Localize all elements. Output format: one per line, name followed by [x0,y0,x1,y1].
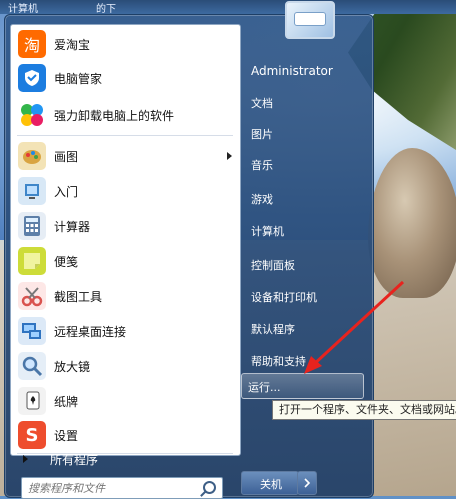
divider [17,135,233,136]
shutdown-label: 关机 [260,478,282,491]
program-label: 入门 [54,184,79,199]
user-name-link[interactable]: Administrator [251,64,333,78]
pinwheel-icon [18,101,46,129]
program-item-snipping-tool[interactable]: 截图工具 [11,279,240,313]
palette-icon [18,142,46,170]
cards-icon [18,387,46,415]
program-label: 便笺 [54,254,79,269]
magnifier-icon [18,352,46,380]
desktop-label-computer: 计算机 [8,4,38,15]
program-item-pc-manager[interactable]: 电脑管家 [11,61,240,95]
shutdown-button[interactable]: 关机 [241,471,299,495]
search-input[interactable] [26,479,200,497]
shield-icon [18,64,46,92]
program-item-getting-started[interactable]: 入门 [11,174,240,208]
chevron-right-icon [304,478,311,488]
program-label: 设置 [54,428,79,443]
run-button[interactable]: 运行... [241,373,364,399]
right-link-documents[interactable]: 文档 [251,95,273,111]
program-item-uninstaller[interactable]: 强力卸载电脑上的软件 [11,98,240,132]
right-link-pictures[interactable]: 图片 [251,126,273,142]
program-item-magnifier[interactable]: 放大镜 [11,349,240,383]
right-link-devices-printers[interactable]: 设备和打印机 [251,289,317,305]
calculator-icon [18,212,46,240]
program-label: 强力卸载电脑上的软件 [54,108,175,123]
right-link-computer[interactable]: 计算机 [251,223,284,239]
right-link-music[interactable]: 音乐 [251,157,273,173]
program-label: 画图 [54,149,79,164]
taobao-icon: 淘 [18,30,46,58]
remote-desktop-icon [18,317,46,345]
program-label: 纸牌 [54,394,79,409]
right-link-games[interactable]: 游戏 [251,191,273,207]
run-tooltip: 打开一个程序、文件夹、文档或网站。 [272,400,456,420]
pinned-programs-pane: 淘 爱淘宝 电脑管家 强力卸载电脑上的软件 画图 入门 计算器 便笺 截图工具 … [10,24,241,456]
program-label: 爱淘宝 [54,37,91,52]
program-label: 远程桌面连接 [54,324,127,339]
start-menu: 淘 爱淘宝 电脑管家 强力卸载电脑上的软件 画图 入门 计算器 便笺 截图工具 … [4,1,374,499]
sticky-note-icon [18,247,46,275]
shutdown-options-arrow[interactable] [297,471,317,495]
desktop-label-2: 的下 [96,4,116,15]
user-picture[interactable] [285,1,335,39]
right-link-default-programs[interactable]: 默认程序 [251,321,295,337]
right-link-help-support[interactable]: 帮助和支持 [251,353,306,369]
scissors-icon [18,282,46,310]
right-link-control-panel[interactable]: 控制面板 [251,257,295,273]
program-item-paint[interactable]: 画图 [11,139,240,173]
program-label: 计算器 [54,219,91,234]
run-label: 运行... [248,381,281,394]
program-item-calculator[interactable]: 计算器 [11,209,240,243]
program-item-sticky-notes[interactable]: 便笺 [11,244,240,278]
submenu-arrow-icon[interactable] [227,152,232,160]
program-item-remote-desktop[interactable]: 远程桌面连接 [11,314,240,348]
getting-started-icon [18,177,46,205]
program-item-taobao[interactable]: 淘 爱淘宝 [11,27,240,61]
program-item-solitaire[interactable]: 纸牌 [11,384,240,418]
program-label: 电脑管家 [54,71,103,86]
all-programs-label: 所有程序 [50,452,99,467]
program-label: 截图工具 [54,289,103,304]
desktop-top-strip: 计算机 的下 [0,0,456,15]
expand-arrow-icon [23,455,28,463]
program-label: 放大镜 [54,359,91,374]
all-programs-button[interactable]: 所有程序 [10,447,239,471]
search-icon[interactable] [203,481,216,494]
sogou-icon: S [18,421,46,449]
